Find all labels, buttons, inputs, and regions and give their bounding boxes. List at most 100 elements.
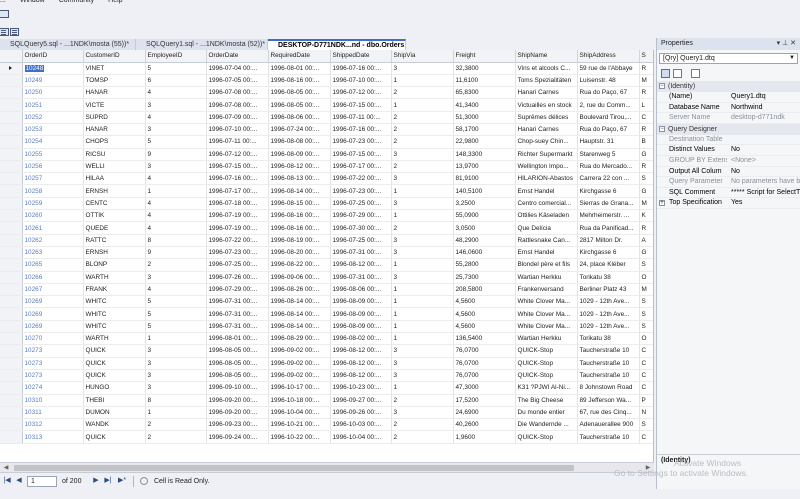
table-cell[interactable]: RATTC: [83, 234, 146, 247]
table-cell[interactable]: Ottilies Käseladen: [515, 209, 578, 223]
row-selector[interactable]: [0, 394, 23, 407]
row-selector[interactable]: [0, 148, 23, 161]
table-row[interactable]: 10263 ERNSH 9 1996-07-23 00:... 1996-08-20 0…: [0, 246, 653, 260]
toolbar-pane-icon[interactable]: [0, 10, 9, 18]
table-cell[interactable]: 1996-08-06 00:...: [268, 111, 331, 124]
row-selector[interactable]: [0, 418, 23, 432]
table-cell[interactable]: 1996-09-26 00:...: [330, 406, 392, 420]
property-row[interactable]: SQL Comment ***** Script for SelectT: [657, 188, 800, 199]
table-cell[interactable]: 1996-07-31 00:...: [206, 320, 269, 334]
table-cell[interactable]: Ernst Handel: [515, 246, 578, 260]
table-cell[interactable]: WARTH: [83, 332, 146, 346]
horizontal-scrollbar[interactable]: ◀ ▶: [0, 462, 654, 472]
table-cell[interactable]: Mehrheimerstr. ...: [577, 209, 640, 223]
table-cell[interactable]: 3: [391, 62, 454, 75]
table-cell[interactable]: 1996-08-05 00:...: [206, 357, 269, 370]
table-cell[interactable]: Berliner Platz 43: [577, 283, 640, 297]
table-cell[interactable]: Die Wandernde ...: [515, 418, 578, 432]
table-cell[interactable]: ERNSH: [83, 246, 146, 260]
table-cell[interactable]: Suprêmes délices: [515, 111, 578, 124]
row-selector[interactable]: [0, 246, 23, 260]
table-cell[interactable]: WELLI: [83, 160, 146, 174]
table-row[interactable]: 10310 THEBI 8 1996-09-20 00:... 1996-10-18 0…: [0, 394, 653, 407]
table-cell[interactable]: 10263: [22, 246, 84, 260]
table-cell[interactable]: WHITC: [83, 295, 146, 309]
table-cell[interactable]: 2: [391, 86, 454, 100]
table-cell[interactable]: VINET: [83, 62, 146, 75]
table-cell[interactable]: 1996-08-22 00:...: [268, 258, 331, 272]
table-cell[interactable]: M: [639, 283, 653, 297]
table-cell[interactable]: QUICK: [83, 430, 146, 444]
table-cell[interactable]: Ernst Handel: [515, 184, 578, 198]
table-cell[interactable]: 1029 - 12th Ave...: [577, 320, 640, 334]
table-cell[interactable]: 10262: [22, 234, 84, 247]
table-cell[interactable]: 2: [391, 418, 454, 432]
property-value[interactable]: Northwind: [731, 103, 800, 114]
row-selector[interactable]: [0, 98, 23, 112]
table-cell[interactable]: 2, rue du Comm...: [577, 98, 640, 112]
table-cell[interactable]: 1996-07-17 00:...: [330, 160, 392, 174]
table-cell[interactable]: HANAR: [83, 86, 146, 100]
table-cell[interactable]: 10269: [22, 320, 84, 334]
table-cell[interactable]: White Clover Ma...: [515, 295, 578, 309]
table-cell[interactable]: 24, place Kléber: [577, 258, 640, 272]
table-row[interactable]: 10250 HANAR 4 1996-07-08 00:... 1996-08-05 0…: [0, 86, 653, 100]
column-header[interactable]: ShipName: [515, 50, 578, 63]
table-cell[interactable]: WHITC: [83, 307, 146, 321]
property-row[interactable]: Query Parameter No parameters have b: [657, 177, 800, 188]
row-selector[interactable]: [0, 172, 23, 186]
table-cell[interactable]: 76,0700: [453, 369, 516, 383]
row-selector[interactable]: [0, 271, 23, 284]
table-cell[interactable]: 1996-07-11 00:...: [206, 135, 269, 149]
table-cell[interactable]: B: [639, 135, 653, 149]
table-cell[interactable]: 1996-07-09 00:...: [206, 111, 269, 124]
table-cell[interactable]: 1996-07-12 00:...: [206, 148, 269, 161]
table-cell[interactable]: 10259: [22, 197, 84, 211]
table-cell[interactable]: QUICK: [83, 357, 146, 370]
table-cell[interactable]: Rua do Mercado...: [577, 160, 640, 174]
table-cell[interactable]: 4: [145, 221, 207, 235]
table-cell[interactable]: 1996-07-29 00:...: [206, 283, 269, 297]
table-cell[interactable]: 1996-08-12 00:...: [330, 258, 392, 272]
table-cell[interactable]: Wartian Herkku: [515, 332, 578, 346]
table-cell[interactable]: 3: [391, 148, 454, 161]
row-selector[interactable]: [0, 381, 23, 395]
table-cell[interactable]: 1996-09-20 00:...: [206, 406, 269, 420]
table-row[interactable]: 10256 WELLI 3 1996-07-15 00:... 1996-08-12 0…: [0, 160, 653, 174]
table-cell[interactable]: Taucherstraße 10: [577, 344, 640, 358]
chevron-down-icon[interactable]: ▼: [789, 54, 795, 63]
table-cell[interactable]: 1996-07-26 00:...: [206, 271, 269, 284]
table-cell[interactable]: 1996-08-08 00:...: [268, 135, 331, 149]
row-selector[interactable]: [0, 307, 23, 321]
table-cell[interactable]: 1996-07-16 00:...: [330, 62, 392, 75]
table-cell[interactable]: 1996-08-05 00:...: [268, 98, 331, 112]
column-header[interactable]: S: [639, 50, 653, 63]
table-cell[interactable]: 1996-09-20 00:...: [206, 394, 269, 407]
table-cell[interactable]: Taucherstraße 10: [577, 357, 640, 370]
row-selector[interactable]: [0, 62, 23, 75]
table-cell[interactable]: 4,5600: [453, 307, 516, 321]
property-value[interactable]: <None>: [731, 156, 800, 167]
table-cell[interactable]: 10251: [22, 98, 84, 112]
table-cell[interactable]: The Big Cheese: [515, 394, 578, 407]
table-cell[interactable]: CHOPS: [83, 135, 146, 149]
table-row[interactable]: 10269 WHITC 5 1996-07-31 00:... 1996-08-14 0…: [0, 307, 653, 321]
table-cell[interactable]: BLONP: [83, 258, 146, 272]
table-cell[interactable]: 1996-08-29 00:...: [268, 332, 331, 346]
table-cell[interactable]: C: [639, 369, 653, 383]
table-cell[interactable]: 1996-07-19 00:...: [206, 221, 269, 235]
table-cell[interactable]: 3: [145, 271, 207, 284]
table-cell[interactable]: 4,5600: [453, 320, 516, 334]
collapse-icon[interactable]: −: [659, 83, 665, 90]
table-cell[interactable]: 89 Jefferson Wa...: [577, 394, 640, 407]
table-cell[interactable]: ERNSH: [83, 184, 146, 198]
table-cell[interactable]: 1996-08-14 00:...: [268, 307, 331, 321]
table-cell[interactable]: 10269: [22, 307, 84, 321]
table-cell[interactable]: 9: [145, 148, 207, 161]
table-cell[interactable]: L: [639, 98, 653, 112]
table-cell[interactable]: 2: [391, 221, 454, 235]
table-cell[interactable]: 1: [391, 320, 454, 334]
row-selector[interactable]: [0, 184, 23, 198]
table-cell[interactable]: 10254: [22, 135, 84, 149]
table-cell[interactable]: Rua do Paço, 67: [577, 123, 640, 137]
